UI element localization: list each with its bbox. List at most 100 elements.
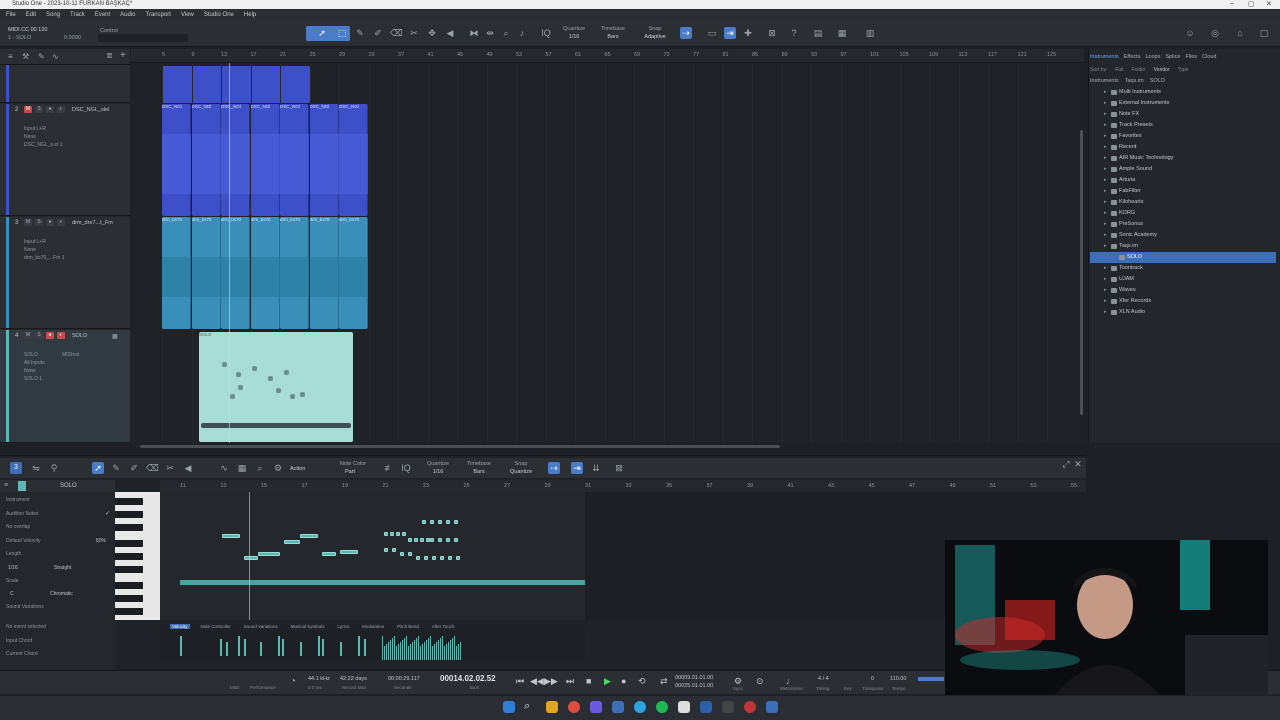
midi-note[interactable] <box>446 520 450 524</box>
expand-icon[interactable]: ▸ <box>1104 133 1107 139</box>
horizontal-scrollbar[interactable] <box>140 445 780 448</box>
action-menu[interactable]: Action <box>290 466 305 472</box>
expand-icon[interactable]: ▸ <box>1104 89 1107 95</box>
default-velocity-value[interactable]: 80% <box>96 538 106 544</box>
track-output[interactable]: SOLO 1 <box>24 376 42 382</box>
midi-note[interactable] <box>390 532 394 536</box>
expand-icon[interactable]: ▸ <box>1104 221 1107 227</box>
record-button[interactable]: ● <box>46 332 54 339</box>
browser-item[interactable]: ▸ KORG <box>1090 208 1276 219</box>
autoscroll-icon[interactable]: ⇥ <box>571 462 583 474</box>
tab-splice[interactable]: Splice <box>1165 54 1180 60</box>
minimize-icon[interactable]: – <box>1230 0 1234 7</box>
mute-button[interactable]: M <box>24 219 32 226</box>
browser-item[interactable]: ▸ Kilohearts <box>1090 197 1276 208</box>
midi-note[interactable] <box>258 552 280 556</box>
browser-item[interactable]: ▸ Waves <box>1090 285 1276 296</box>
zoom-tool-icon[interactable]: ⌕ <box>254 462 266 474</box>
telegram-icon[interactable] <box>634 701 646 713</box>
editor-snap-value[interactable]: Quantize <box>506 469 536 475</box>
maximize-icon[interactable]: ▢ <box>1248 0 1255 8</box>
mix-icon[interactable]: ⊠ <box>766 27 778 39</box>
midi-note[interactable] <box>440 556 444 560</box>
browser-item[interactable]: ▸ Favorites <box>1090 131 1276 142</box>
lane-tab-sound-variations[interactable]: Sound Variations <box>242 624 280 629</box>
velocity-bar[interactable] <box>428 638 429 660</box>
velocity-bar[interactable] <box>396 646 397 660</box>
marker-icon[interactable]: ✚ <box>742 27 754 39</box>
metronome-icon[interactable]: ♩ <box>786 676 795 686</box>
browser-item[interactable]: ▸ Multi Instruments <box>1090 87 1276 98</box>
track-name[interactable]: drm_dre7...t_Fm <box>72 220 113 226</box>
split-tool-icon[interactable]: ⧓ <box>468 27 480 39</box>
loop-icon[interactable]: ⟲ <box>638 676 646 687</box>
scale-type-value[interactable]: Chromatic <box>50 591 73 597</box>
audio-clip-dsc[interactable]: DSC_NGl <box>309 104 339 216</box>
playhead[interactable] <box>229 63 230 443</box>
expand-icon[interactable]: ▸ <box>1104 276 1107 282</box>
audio-clip-track1[interactable] <box>162 66 310 103</box>
expand-icon[interactable]: ▸ <box>1104 298 1107 304</box>
transpose-value[interactable]: 0 <box>871 676 874 682</box>
velocity-bar[interactable] <box>432 646 433 660</box>
app4-icon[interactable] <box>744 701 756 713</box>
midi-note[interactable] <box>384 532 388 536</box>
seconds-value[interactable]: 00:00:29.117 <box>388 676 420 682</box>
app2-icon[interactable] <box>700 701 712 713</box>
loop-start[interactable]: 00009.01.01.00 <box>675 675 713 681</box>
pencil-tool-icon[interactable]: ✎ <box>354 27 366 39</box>
menu-event[interactable]: Event <box>95 12 110 18</box>
menu-edit[interactable]: Edit <box>26 12 36 18</box>
expand-icon[interactable]: ▸ <box>1104 155 1107 161</box>
timestretch-tool-icon[interactable]: ⇹ <box>484 27 496 39</box>
inspector-icon[interactable]: ▤ <box>812 27 824 39</box>
studio-one-taskbar-icon[interactable] <box>766 701 778 713</box>
sort-type[interactable]: Type <box>1178 67 1189 73</box>
piano-roll-grid[interactable] <box>160 492 585 620</box>
tab-loops[interactable]: Loops <box>1145 54 1160 60</box>
midi-note[interactable] <box>222 534 240 538</box>
position-value[interactable]: 00014.02.02.52 <box>440 674 496 683</box>
lane-tab-velocity[interactable]: Velocity <box>170 623 190 629</box>
length-value[interactable]: 1/16 <box>8 565 18 571</box>
return-to-zero-icon[interactable]: ⏮ <box>516 676 524 687</box>
tab-instruments[interactable]: Instruments <box>1090 54 1119 60</box>
time-signature[interactable]: 4 / 4 <box>818 676 829 682</box>
range-tool-icon[interactable]: ⬚ <box>336 27 348 39</box>
zoom-tool-icon[interactable]: ⌕ <box>500 27 512 39</box>
menu-transport[interactable]: Transport <box>146 12 171 18</box>
mute-tool-icon[interactable]: ✂ <box>408 27 420 39</box>
velocity-bar[interactable] <box>220 639 222 656</box>
record-button[interactable]: ● <box>46 106 54 113</box>
track-midi-output[interactable]: MIDInst <box>62 352 79 358</box>
midi-note[interactable] <box>422 520 426 524</box>
paint-tool-icon[interactable]: ✐ <box>372 27 384 39</box>
listen-tool-icon[interactable]: ◀ <box>444 27 456 39</box>
velocity-bar[interactable] <box>408 646 409 660</box>
velocity-bar[interactable] <box>460 642 461 660</box>
browser-item[interactable]: ▸ Sonic Academy <box>1090 230 1276 241</box>
velocity-bar[interactable] <box>406 636 407 660</box>
browser-item[interactable]: ▸ Xfer Records <box>1090 296 1276 307</box>
browser-item[interactable]: ▸ AIR Music Technology <box>1090 153 1276 164</box>
editor-quantize-value[interactable]: 1/16 <box>424 469 452 475</box>
snap-value[interactable]: Adaptive <box>640 34 670 40</box>
velocity-bar[interactable] <box>244 639 246 656</box>
velocity-bar[interactable] <box>424 642 425 660</box>
midi-note[interactable] <box>340 550 358 554</box>
track-none[interactable]: None <box>24 134 36 140</box>
listen-tool-icon[interactable]: ◀ <box>182 462 194 474</box>
velocity-bar[interactable] <box>358 636 360 656</box>
browser-item[interactable]: ▸ Toontrack <box>1090 263 1276 274</box>
midi-note[interactable] <box>284 540 300 544</box>
expand-icon[interactable]: ▸ <box>1104 166 1107 172</box>
velocity-bar[interactable] <box>364 639 366 656</box>
track-input[interactable]: Input L+R <box>24 126 46 132</box>
track-row-1[interactable] <box>0 65 130 103</box>
velocity-bar[interactable] <box>400 642 401 660</box>
velocity-bar[interactable] <box>386 644 387 660</box>
browser-item[interactable]: ▸ UJAM <box>1090 274 1276 285</box>
velocity-bar[interactable] <box>444 646 445 660</box>
tab-files[interactable]: Files <box>1185 54 1197 60</box>
lane-tab-after-touch[interactable]: After Touch <box>430 624 457 629</box>
